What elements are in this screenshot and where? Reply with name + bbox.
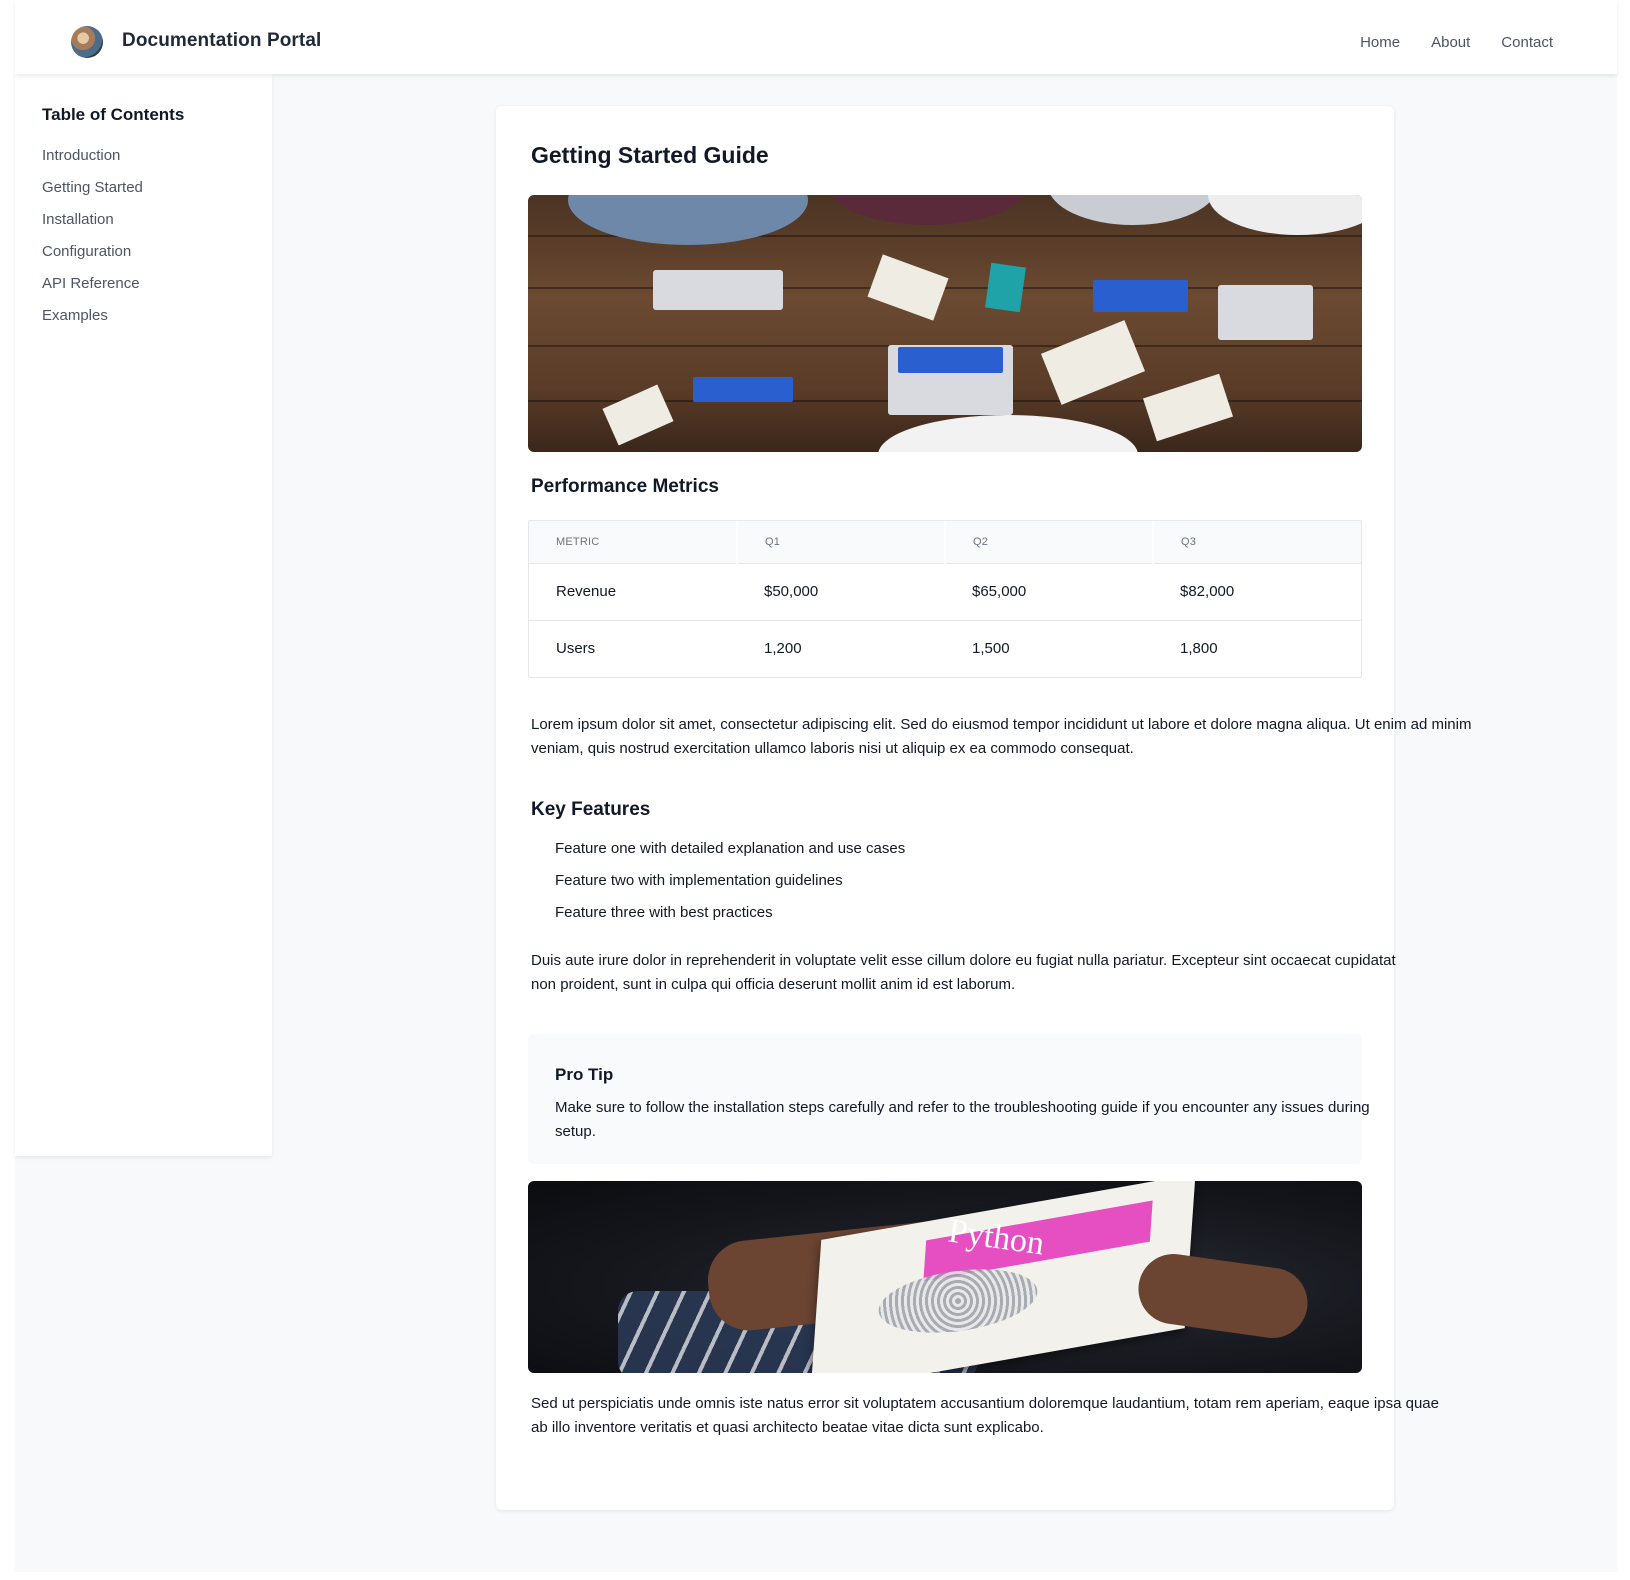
metrics-heading: Performance Metrics — [531, 476, 719, 497]
list-item: Feature two with implementation guidelin… — [555, 872, 843, 889]
page-frame: Documentation Portal Home About Contact … — [15, 0, 1617, 1572]
intro-paragraph: Lorem ipsum dolor sit amet, consectetur … — [531, 716, 1472, 757]
table-cell: Users — [529, 620, 737, 677]
top-nav: Home About Contact — [1360, 34, 1553, 51]
list-item: Feature one with detailed explanation an… — [555, 840, 906, 857]
toc-link-introduction[interactable]: Introduction — [42, 147, 120, 164]
sidebar: Table of Contents Introduction Getting S… — [15, 74, 272, 1156]
table-cell: Revenue — [529, 563, 737, 621]
hero-team-meeting-image — [528, 195, 1362, 452]
table-row: Revenue $50,000 $65,000 $82,000 — [529, 563, 1361, 621]
page-title: Getting Started Guide — [531, 142, 769, 168]
toc-item: Examples — [42, 307, 143, 339]
toc-item: Introduction — [42, 147, 143, 179]
table-header-row: METRIC Q1 Q2 Q3 — [529, 521, 1361, 564]
avatar[interactable] — [71, 26, 103, 58]
nav-about-link[interactable]: About — [1431, 34, 1470, 51]
table-cell: 1,500 — [945, 620, 1153, 677]
toc-item: Installation — [42, 211, 143, 243]
top-header: Documentation Portal Home About Contact — [15, 0, 1617, 74]
table-cell: $50,000 — [737, 563, 945, 621]
column-header: Q2 — [944, 521, 1153, 564]
toc-link-examples[interactable]: Examples — [42, 307, 108, 324]
site-brand[interactable]: Documentation Portal — [122, 30, 321, 52]
nav-home-link[interactable]: Home — [1360, 34, 1400, 51]
key-features-heading: Key Features — [531, 799, 651, 820]
pro-tip-callout: Pro Tip Make sure to follow the installa… — [528, 1034, 1370, 1164]
toc-item: Getting Started — [42, 179, 143, 211]
metrics-table: METRIC Q1 Q2 Q3 Revenue $50,000 $65,000 … — [528, 520, 1362, 678]
table-cell: 1,200 — [737, 620, 945, 677]
nav-contact-link[interactable]: Contact — [1501, 34, 1553, 51]
python-book-image: Python — [528, 1181, 1362, 1373]
table-cell: $65,000 — [945, 563, 1153, 621]
table-cell: 1,800 — [1153, 620, 1361, 677]
toc-item: API Reference — [42, 275, 143, 307]
toc-item: Configuration — [42, 243, 143, 275]
toc-link-configuration[interactable]: Configuration — [42, 243, 131, 260]
main-content-card: Getting Started Guide Performance Metric… — [496, 106, 1471, 1510]
column-header: Q1 — [736, 521, 945, 564]
toc-link-getting-started[interactable]: Getting Started — [42, 179, 143, 196]
column-header: METRIC — [529, 521, 737, 564]
toc-link-installation[interactable]: Installation — [42, 211, 114, 228]
table-cell: $82,000 — [1153, 563, 1361, 621]
toc-list: Introduction Getting Started Installatio… — [42, 147, 143, 339]
tip-title: Pro Tip — [555, 1065, 614, 1084]
list-item: Feature three with best practices — [555, 904, 773, 921]
body-paragraph: Duis aute irure dolor in reprehenderit i… — [531, 952, 1396, 993]
toc-title: Table of Contents — [42, 105, 185, 124]
toc-link-api-reference[interactable]: API Reference — [42, 275, 140, 292]
column-header: Q3 — [1152, 521, 1361, 564]
tip-text: Make sure to follow the installation ste… — [555, 1099, 1370, 1140]
table-row: Users 1,200 1,500 1,800 — [529, 620, 1361, 677]
features-list: Feature one with detailed explanation an… — [555, 840, 905, 936]
closing-paragraph: Sed ut perspiciatis unde omnis iste natu… — [531, 1395, 1439, 1436]
